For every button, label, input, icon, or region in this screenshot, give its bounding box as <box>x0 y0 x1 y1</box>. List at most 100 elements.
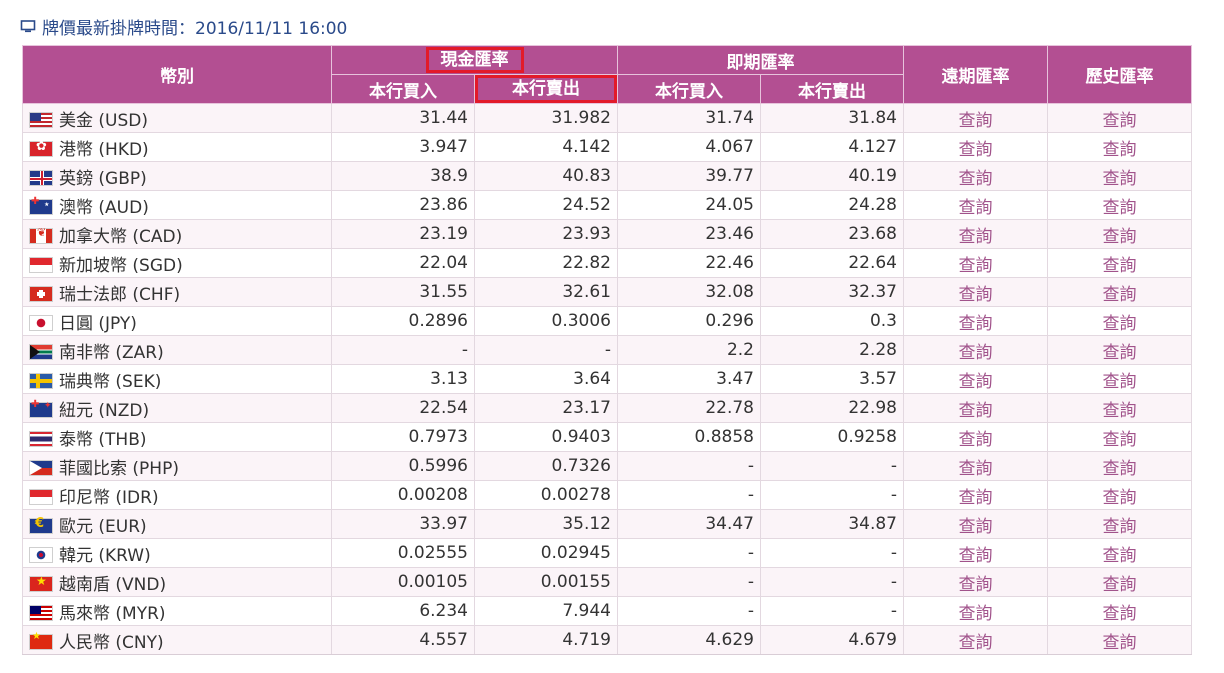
forward-query-cell: 查詢 <box>903 422 1048 452</box>
spot-buy-cell: - <box>617 538 761 568</box>
forward-query-link[interactable]: 查詢 <box>959 604 993 624</box>
forward-query-link[interactable]: 查詢 <box>959 546 993 566</box>
history-query-link[interactable]: 查詢 <box>1103 256 1137 276</box>
spot-buy-cell: 22.78 <box>617 393 761 423</box>
forward-query-link[interactable]: 查詢 <box>959 401 993 421</box>
history-query-link[interactable]: 查詢 <box>1103 488 1137 508</box>
cash-buy-cell: 0.00208 <box>331 480 475 510</box>
forward-query-link[interactable]: 查詢 <box>959 198 993 218</box>
forward-query-cell: 查詢 <box>903 364 1048 394</box>
cash-buy-cell: 0.00105 <box>331 567 475 597</box>
currency-name: 菲國比索 (PHP) <box>59 458 179 479</box>
forward-query-link[interactable]: 查詢 <box>959 517 993 537</box>
spot-sell-cell: 31.84 <box>760 103 904 133</box>
php-flag-icon <box>29 459 53 476</box>
cash-buy-cell: 31.55 <box>331 277 475 307</box>
forward-query-cell: 查詢 <box>903 277 1048 307</box>
spot-buy-cell: 3.47 <box>617 364 761 394</box>
forward-query-link[interactable]: 查詢 <box>959 488 993 508</box>
history-query-link[interactable]: 查詢 <box>1103 604 1137 624</box>
forward-query-link[interactable]: 查詢 <box>959 633 993 653</box>
history-query-link[interactable]: 查詢 <box>1103 140 1137 160</box>
forward-query-link[interactable]: 查詢 <box>959 227 993 247</box>
forward-query-link[interactable]: 查詢 <box>959 343 993 363</box>
currency-name: 南非幣 (ZAR) <box>59 342 164 363</box>
cash-buy-cell: 0.2896 <box>331 306 475 336</box>
history-query-link[interactable]: 查詢 <box>1103 430 1137 450</box>
cash-sell-cell: 0.3006 <box>474 306 618 336</box>
history-query-cell: 查詢 <box>1047 480 1192 510</box>
history-query-link[interactable]: 查詢 <box>1103 633 1137 653</box>
exchange-rate-table: 幣別 現金匯率 即期匯率 遠期匯率 歷史匯率 本行買入 本行賣出 本行買入 本行… <box>22 45 1192 655</box>
forward-query-cell: 查詢 <box>903 161 1048 191</box>
history-query-cell: 查詢 <box>1047 625 1192 655</box>
spot-buy-cell: 39.77 <box>617 161 761 191</box>
forward-query-cell: 查詢 <box>903 248 1048 278</box>
cash-sell-cell: 7.944 <box>474 596 618 626</box>
history-query-cell: 查詢 <box>1047 277 1192 307</box>
history-query-cell: 查詢 <box>1047 219 1192 249</box>
header-forward-rate: 遠期匯率 <box>903 45 1048 104</box>
currency-name: 印尼幣 (IDR) <box>59 487 159 508</box>
currency-name: 港幣 (HKD) <box>59 139 149 160</box>
history-query-link[interactable]: 查詢 <box>1103 401 1137 421</box>
currency-cell: 菲國比索 (PHP) <box>22 451 332 481</box>
update-time-line: 牌價最新掛牌時間：2016/11/11 16:00 <box>20 12 347 40</box>
spot-sell-cell: - <box>760 567 904 597</box>
currency-cell: 瑞典幣 (SEK) <box>22 364 332 394</box>
forward-query-link[interactable]: 查詢 <box>959 256 993 276</box>
forward-query-link[interactable]: 查詢 <box>959 140 993 160</box>
currency-cell: 人民幣 (CNY) <box>22 625 332 655</box>
spot-buy-cell: - <box>617 596 761 626</box>
header-spot-rate: 即期匯率 <box>617 45 904 75</box>
forward-query-cell: 查詢 <box>903 538 1048 568</box>
spot-buy-cell: - <box>617 567 761 597</box>
history-query-link[interactable]: 查詢 <box>1103 169 1137 189</box>
forward-query-link[interactable]: 查詢 <box>959 169 993 189</box>
cad-flag-icon <box>29 226 53 244</box>
history-query-cell: 查詢 <box>1047 248 1192 278</box>
history-query-link[interactable]: 查詢 <box>1103 517 1137 537</box>
currency-cell: 新加坡幣 (SGD) <box>22 248 332 278</box>
history-query-link[interactable]: 查詢 <box>1103 227 1137 247</box>
forward-query-link[interactable]: 查詢 <box>959 314 993 334</box>
sek-flag-icon <box>29 372 53 389</box>
forward-query-link[interactable]: 查詢 <box>959 575 993 595</box>
usd-flag-icon <box>29 111 53 128</box>
header-spot-sell: 本行賣出 <box>760 74 904 104</box>
cash-buy-cell: 3.947 <box>331 132 475 162</box>
currency-name: 越南盾 (VND) <box>59 574 167 595</box>
history-query-link[interactable]: 查詢 <box>1103 198 1137 218</box>
history-query-cell: 查詢 <box>1047 509 1192 539</box>
cash-sell-cell: 32.61 <box>474 277 618 307</box>
history-query-link[interactable]: 查詢 <box>1103 546 1137 566</box>
table-row: 紐元 (NZD) 22.5423.1722.7822.98 查詢 查詢 <box>22 393 1192 423</box>
cash-sell-cell: 23.93 <box>474 219 618 249</box>
history-query-link[interactable]: 查詢 <box>1103 314 1137 334</box>
forward-query-link[interactable]: 查詢 <box>959 111 993 131</box>
history-query-link[interactable]: 查詢 <box>1103 343 1137 363</box>
history-query-cell: 查詢 <box>1047 451 1192 481</box>
forward-query-cell: 查詢 <box>903 625 1048 655</box>
currency-cell: 越南盾 (VND) <box>22 567 332 597</box>
history-query-link[interactable]: 查詢 <box>1103 575 1137 595</box>
eur-flag-icon <box>29 516 53 534</box>
cash-buy-cell: 31.44 <box>331 103 475 133</box>
history-query-link[interactable]: 查詢 <box>1103 285 1137 305</box>
table-row: 澳幣 (AUD) 23.8624.5224.0524.28 查詢 查詢 <box>22 190 1192 220</box>
history-query-link[interactable]: 查詢 <box>1103 372 1137 392</box>
forward-query-link[interactable]: 查詢 <box>959 372 993 392</box>
table-row: 加拿大幣 (CAD) 23.1923.9323.4623.68 查詢 查詢 <box>22 219 1192 249</box>
history-query-link[interactable]: 查詢 <box>1103 459 1137 479</box>
currency-name: 馬來幣 (MYR) <box>59 603 166 624</box>
spot-buy-cell: 2.2 <box>617 335 761 365</box>
history-query-link[interactable]: 查詢 <box>1103 111 1137 131</box>
forward-query-link[interactable]: 查詢 <box>959 285 993 305</box>
history-query-cell: 查詢 <box>1047 306 1192 336</box>
forward-query-link[interactable]: 查詢 <box>959 430 993 450</box>
cash-buy-cell: 23.86 <box>331 190 475 220</box>
history-query-cell: 查詢 <box>1047 538 1192 568</box>
forward-query-link[interactable]: 查詢 <box>959 459 993 479</box>
forward-query-cell: 查詢 <box>903 451 1048 481</box>
currency-name: 英鎊 (GBP) <box>59 168 147 189</box>
